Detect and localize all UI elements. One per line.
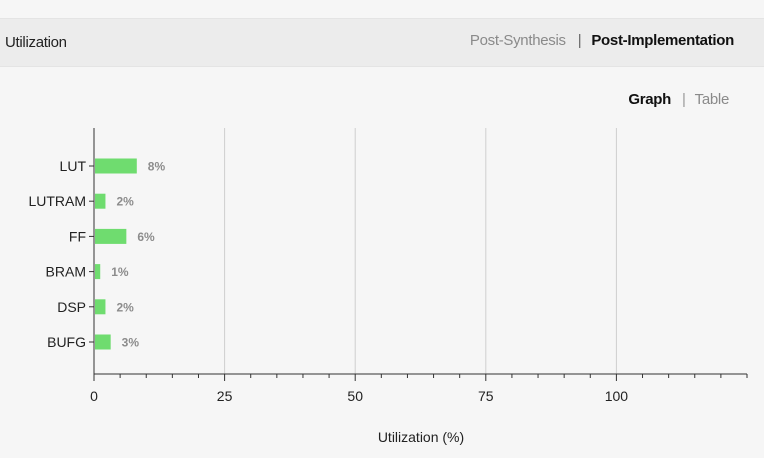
category-label-dsp: DSP: [57, 299, 86, 315]
category-label-bufg: BUFG: [47, 334, 86, 350]
x-tick-label: 25: [217, 388, 233, 404]
x-tick-label: 50: [347, 388, 363, 404]
value-label-ff: 6%: [137, 230, 155, 244]
bar-bufg: [95, 334, 111, 350]
category-label-bram: BRAM: [46, 264, 86, 280]
bar-lutram: [95, 193, 106, 209]
value-label-bufg: 3%: [122, 336, 140, 350]
value-label-bram: 1%: [111, 265, 129, 279]
bar-dsp: [95, 299, 106, 315]
category-label-ff: FF: [69, 228, 86, 244]
utilization-bar-chart: 0 25 50 75 100 Utilization (%) LUT 8% LUTRAM 2% FF…: [28, 128, 748, 445]
category-label-lut: LUT: [60, 158, 87, 174]
value-label-dsp: 2%: [116, 300, 134, 314]
bar-lut: [95, 158, 137, 174]
category-label-lutram: LUTRAM: [28, 193, 86, 209]
bar-bram: [95, 264, 101, 280]
utilization-panel: Utilization Post-Synthesis | Post-Implem…: [0, 0, 764, 458]
x-tick-label: 100: [605, 388, 629, 404]
bar-ff: [95, 228, 127, 244]
value-label-lut: 8%: [148, 160, 166, 174]
value-label-lutram: 2%: [116, 195, 134, 209]
x-tick-label: 75: [478, 388, 494, 404]
x-axis-title: Utilization (%): [378, 429, 464, 445]
x-tick-label: 0: [90, 388, 98, 404]
